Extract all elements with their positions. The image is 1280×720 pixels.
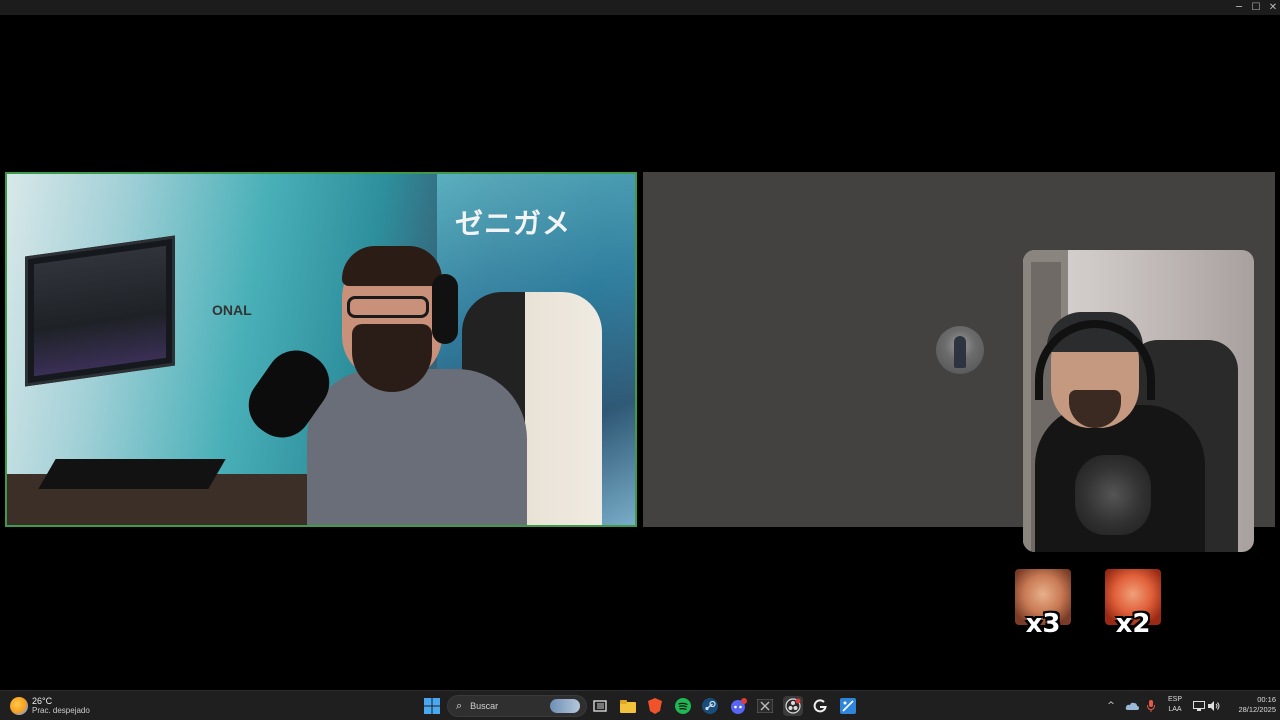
steam-icon[interactable] bbox=[700, 696, 720, 716]
clock-date: 28/12/2025 bbox=[1238, 705, 1276, 714]
weather-description: Prac. despejado bbox=[32, 706, 90, 715]
mural-text: ゼニガメ bbox=[455, 207, 572, 240]
headset bbox=[432, 274, 458, 344]
mural-fragment: ONAL bbox=[212, 302, 252, 318]
participant-avatar[interactable] bbox=[936, 326, 984, 374]
reaction-count: x2 bbox=[1115, 609, 1151, 639]
clock-time: 00:16 bbox=[1257, 695, 1276, 704]
search-placeholder: Buscar bbox=[470, 701, 499, 711]
weather-temperature: 26°C bbox=[32, 696, 53, 706]
discord-icon[interactable] bbox=[728, 696, 748, 716]
search-icon: ⌕ bbox=[456, 699, 463, 712]
participant-video-tile-active[interactable]: ゼニガメ ONAL bbox=[5, 172, 637, 527]
language-code: ESP bbox=[1167, 696, 1182, 703]
task-view-icon[interactable] bbox=[590, 696, 610, 716]
file-explorer-icon[interactable] bbox=[618, 696, 638, 716]
partly-sunny-icon bbox=[10, 697, 28, 715]
keyboard bbox=[38, 459, 226, 489]
weather-widget[interactable]: 26°C Prac. despejado bbox=[10, 694, 90, 718]
excel-icon[interactable] bbox=[755, 696, 775, 716]
taskbar-search[interactable]: ⌕ Buscar bbox=[447, 695, 587, 717]
participant-body bbox=[307, 369, 527, 525]
minimize-icon[interactable]: ─ bbox=[1230, 0, 1248, 15]
shirt-print bbox=[1075, 455, 1151, 535]
keyboard-layout-code: LAA bbox=[1168, 706, 1182, 713]
monitor bbox=[25, 235, 175, 387]
window-title-bar: ─ ☐ ✕ bbox=[0, 0, 1280, 15]
snipping-tool-icon[interactable] bbox=[838, 696, 858, 716]
laughing-face-reaction: x3 bbox=[1015, 569, 1071, 639]
crying-face-reaction: x2 bbox=[1105, 569, 1161, 639]
system-clock[interactable]: 00:16 28/12/2025 bbox=[1226, 695, 1276, 715]
windows-start-icon[interactable] bbox=[422, 696, 442, 716]
network-icon[interactable] bbox=[1192, 696, 1206, 716]
self-view-camera[interactable] bbox=[1023, 250, 1254, 552]
onedrive-cloud-icon[interactable] bbox=[1124, 696, 1140, 716]
input-language-indicator[interactable]: ESP LAA bbox=[1164, 695, 1186, 715]
volume-icon[interactable] bbox=[1207, 696, 1221, 716]
obs-icon[interactable] bbox=[783, 696, 803, 716]
search-highlight-image bbox=[550, 699, 580, 713]
brave-browser-icon[interactable] bbox=[645, 696, 665, 716]
microphone-icon[interactable] bbox=[1144, 696, 1158, 716]
glasses bbox=[347, 296, 429, 318]
spotify-icon[interactable] bbox=[673, 696, 693, 716]
close-icon[interactable]: ✕ bbox=[1264, 0, 1280, 15]
logitech-g-icon[interactable] bbox=[810, 696, 830, 716]
maximize-icon[interactable]: ☐ bbox=[1247, 0, 1265, 15]
reaction-count: x3 bbox=[1025, 609, 1061, 639]
show-hidden-icons-chevron-icon[interactable]: ^ bbox=[1104, 696, 1118, 716]
participant-hair bbox=[342, 246, 442, 286]
taskbar: 26°C Prac. despejado ⌕ Buscar ^ ESP LAA … bbox=[0, 690, 1280, 720]
